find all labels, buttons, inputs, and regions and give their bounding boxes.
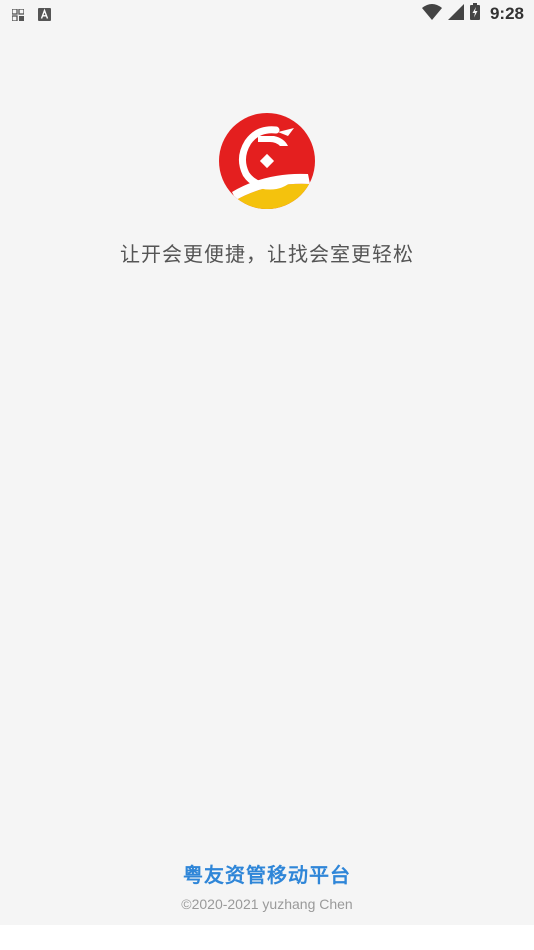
wifi-icon	[421, 3, 442, 24]
status-left-icons	[11, 6, 51, 25]
status-bar: 9:28	[0, 0, 534, 28]
dragon-logo-icon	[218, 112, 316, 210]
a-notification-icon	[38, 6, 51, 25]
splash-tagline: 让开会更便捷，让找会室更轻松	[120, 242, 414, 266]
copyright-text: ©2020-2021 yuzhang Chen	[181, 896, 353, 912]
app-name: 粤友资管移动平台	[183, 863, 351, 887]
grid-notification-icon	[11, 6, 25, 25]
status-time: 9:28	[489, 3, 524, 23]
battery-charging-icon	[469, 3, 480, 24]
status-right-icons: 9:28	[421, 3, 524, 24]
bottom-edge	[0, 925, 534, 950]
cellular-signal-icon	[447, 3, 464, 24]
